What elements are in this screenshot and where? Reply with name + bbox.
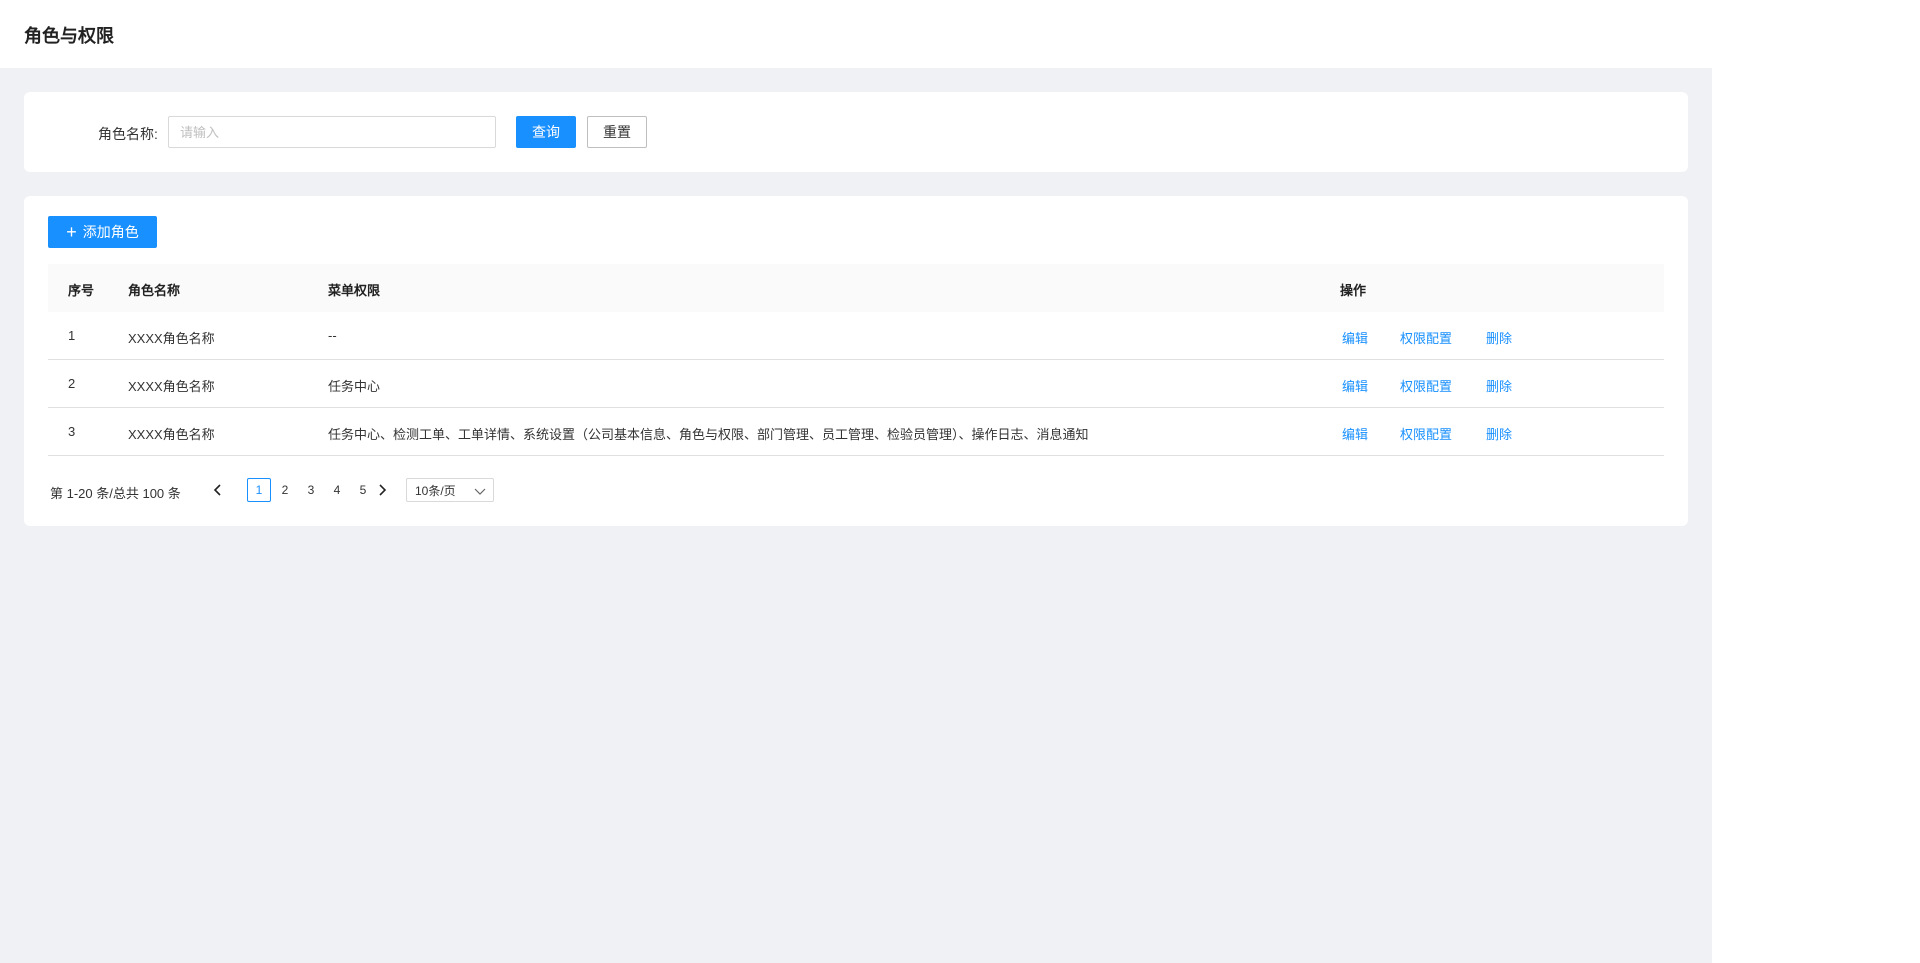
edit-link[interactable]: 编辑 — [1342, 424, 1368, 443]
page-3-button[interactable]: 3 — [299, 478, 323, 502]
reset-button[interactable]: 重置 — [587, 116, 647, 148]
table-row: 2 XXXX角色名称 任务中心 编辑 权限配置 删除 — [48, 360, 1664, 408]
role-name-input[interactable] — [168, 116, 496, 148]
row-role-name: XXXX角色名称 — [128, 331, 215, 346]
table-row: 1 XXXX角色名称 -- 编辑 权限配置 删除 — [48, 312, 1664, 360]
column-header-index: 序号 — [68, 283, 95, 298]
permission-config-link[interactable]: 权限配置 — [1400, 376, 1452, 395]
column-header-role-name: 角色名称 — [128, 283, 181, 298]
add-role-label: 添加角色 — [82, 224, 139, 240]
search-panel: 角色名称: 查询 重置 — [24, 92, 1688, 172]
next-page-button[interactable] — [376, 478, 388, 502]
column-header-actions: 操作 — [1340, 283, 1367, 298]
chevron-down-icon — [474, 488, 486, 495]
row-role-name: XXXX角色名称 — [128, 379, 215, 394]
page-1-button[interactable]: 1 — [247, 478, 271, 502]
chevron-right-icon — [379, 484, 387, 496]
table-header: 序号 角色名称 菜单权限 操作 — [48, 264, 1664, 312]
permission-config-link[interactable]: 权限配置 — [1400, 424, 1452, 443]
row-role-name: XXXX角色名称 — [128, 427, 215, 442]
pagination-total: 第 1-20 条/总共 100 条 — [50, 486, 181, 501]
top-bar: 角色与权限 — [0, 0, 1712, 68]
column-header-menu-permission: 菜单权限 — [328, 283, 381, 298]
page-5-button[interactable]: 5 — [351, 478, 375, 502]
role-table: 序号 角色名称 菜单权限 操作 1 XXXX角色名称 -- 编辑 权限配置 删除… — [48, 264, 1664, 456]
row-menu-permission: -- — [328, 328, 337, 343]
page-size-select[interactable]: 10条/页 — [406, 478, 494, 502]
right-blank-panel — [1712, 0, 1920, 963]
delete-link[interactable]: 删除 — [1486, 328, 1512, 347]
prev-page-button[interactable] — [206, 478, 230, 502]
pagination: 第 1-20 条/总共 100 条 1 2 3 4 5 10条/页 — [50, 478, 650, 504]
role-table-panel: + 添加角色 序号 角色名称 菜单权限 操作 1 XXXX角色名称 -- 编辑 … — [24, 196, 1688, 526]
row-menu-permission: 任务中心、检测工单、工单详情、系统设置（公司基本信息、角色与权限、部门管理、员工… — [328, 427, 1089, 442]
edit-link[interactable]: 编辑 — [1342, 328, 1368, 347]
query-button[interactable]: 查询 — [516, 116, 576, 148]
row-index: 2 — [68, 376, 76, 391]
delete-link[interactable]: 删除 — [1486, 424, 1512, 443]
role-name-label: 角色名称: — [98, 126, 158, 142]
row-menu-permission: 任务中心 — [328, 379, 381, 394]
page-size-value: 10条/页 — [415, 483, 456, 498]
delete-link[interactable]: 删除 — [1486, 376, 1512, 395]
add-role-button[interactable]: + 添加角色 — [48, 216, 157, 248]
table-row: 3 XXXX角色名称 任务中心、检测工单、工单详情、系统设置（公司基本信息、角色… — [48, 408, 1664, 456]
plus-icon: + — [66, 222, 77, 242]
row-index: 1 — [68, 328, 76, 343]
page-4-button[interactable]: 4 — [325, 478, 349, 502]
page-title: 角色与权限 — [24, 26, 114, 46]
chevron-left-icon — [213, 484, 221, 496]
row-index: 3 — [68, 424, 76, 439]
page-2-button[interactable]: 2 — [273, 478, 297, 502]
edit-link[interactable]: 编辑 — [1342, 376, 1368, 395]
permission-config-link[interactable]: 权限配置 — [1400, 328, 1452, 347]
